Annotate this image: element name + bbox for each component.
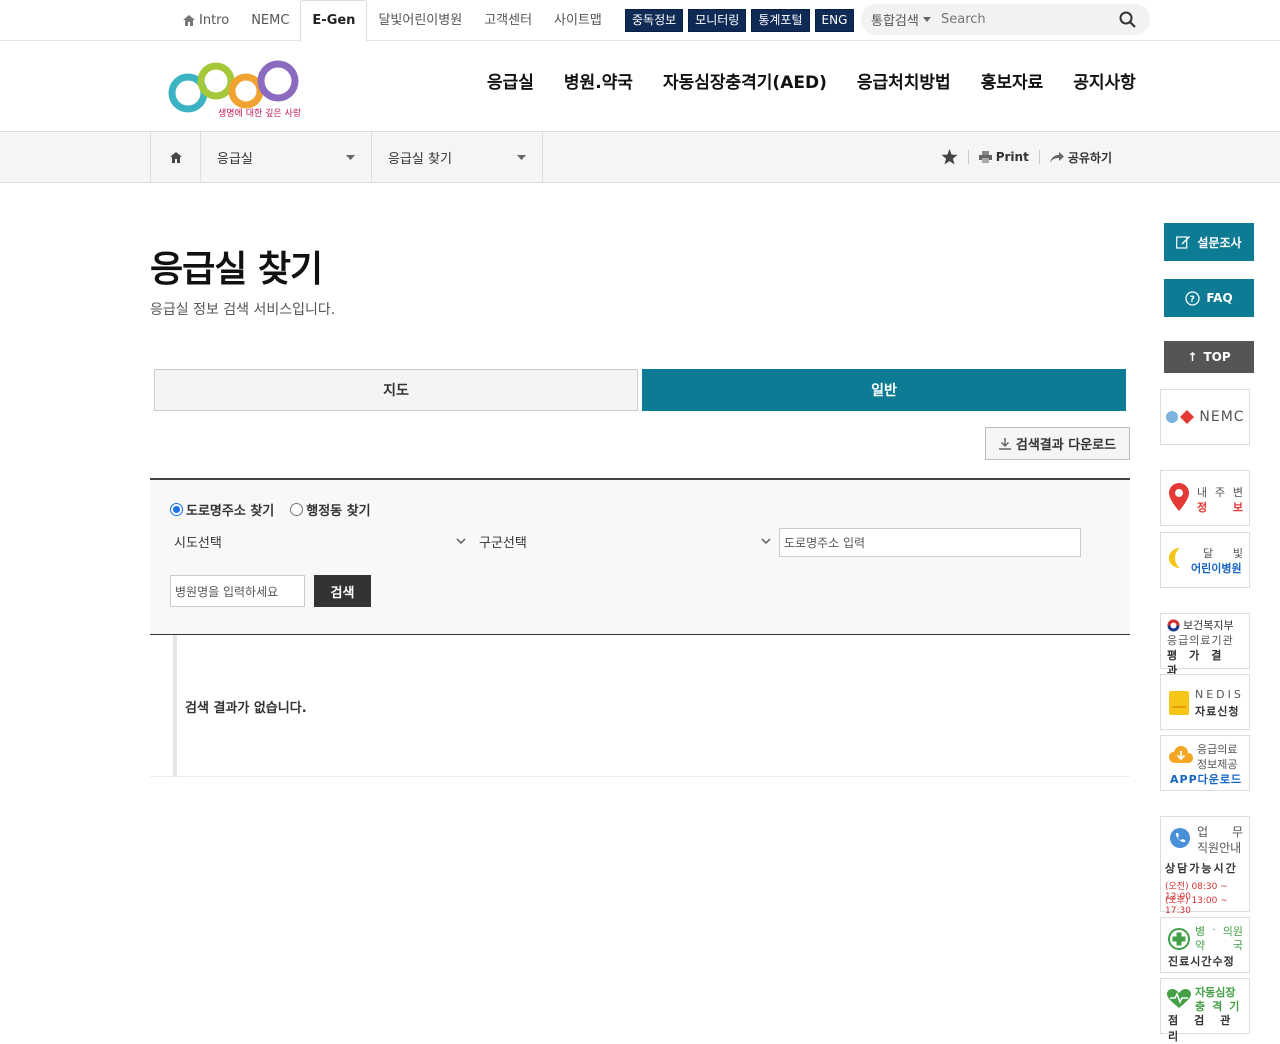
- gnb-aed[interactable]: 자동심장충격기(AED): [648, 63, 842, 103]
- top-link-moonlight[interactable]: 달빛어린이병원: [367, 0, 473, 41]
- search-panel: 도로명주소 찾기 행정동 찾기 시도선택 구군선택 도로명주소 입력 병원명을 …: [150, 478, 1130, 635]
- top-link-egen[interactable]: E-Gen: [300, 0, 368, 42]
- bookmark-button[interactable]: [931, 149, 968, 165]
- star-icon: [941, 149, 958, 165]
- chevron-down-icon: [456, 538, 466, 544]
- global-search: 통합검색: [861, 4, 1150, 35]
- caret-down-icon: [346, 154, 355, 160]
- gugun-select[interactable]: 구군선택: [475, 527, 775, 555]
- heart-pulse-icon: [1167, 989, 1191, 1008]
- svg-text:?: ?: [1190, 295, 1195, 305]
- no-results-message: 검색 결과가 없습니다.: [185, 701, 307, 716]
- page-subtitle: 응급실 정보 검색 서비스입니다.: [150, 302, 336, 318]
- badge-stats[interactable]: 통계포털: [751, 9, 810, 32]
- top-link-sitemap[interactable]: 사이트맵: [543, 0, 613, 41]
- top-utility-bar: Intro NEMC E-Gen 달빛어린이병원 고객센터 사이트맵 중독정보 …: [0, 0, 1280, 42]
- top-link-intro[interactable]: Intro: [172, 0, 240, 41]
- banner-clinic-hours[interactable]: 병 · 의원 약국 진료시간수정: [1160, 917, 1250, 973]
- radio-checked[interactable]: [170, 503, 183, 516]
- print-button[interactable]: Print: [969, 150, 1039, 164]
- home-icon: [169, 151, 182, 163]
- banner-app-download[interactable]: 응급의료 정보제공 APP다운로드: [1160, 735, 1250, 791]
- search-scope-select[interactable]: 통합검색: [861, 10, 933, 29]
- main-navigation: 응급실 병원.약국 자동심장충격기(AED) 응급처치방법 홍보자료 공지사항: [472, 63, 1151, 103]
- cloud-download-icon: [1169, 746, 1193, 763]
- search-button[interactable]: 검색: [314, 575, 371, 607]
- egen-logo[interactable]: 생명에 대한 깊은 사랑: [168, 57, 303, 121]
- nemc-logo-icon: [1166, 410, 1195, 424]
- printer-icon: [978, 151, 992, 163]
- survey-button[interactable]: 설문조사: [1164, 223, 1254, 261]
- top-link-nemc[interactable]: NEMC: [240, 0, 300, 41]
- radio-admin-dong[interactable]: 행정동 찾기: [290, 500, 371, 519]
- top-links: Intro NEMC E-Gen 달빛어린이병원 고객센터 사이트맵: [172, 0, 613, 42]
- site-header: 생명에 대한 깊은 사랑 응급실 병원.약국 자동심장충격기(AED) 응급처치…: [0, 41, 1280, 132]
- gnb-promotion[interactable]: 홍보자료: [966, 63, 1059, 103]
- medical-cross-icon: [1168, 928, 1190, 950]
- edit-icon: [1176, 236, 1191, 249]
- top-link-customer[interactable]: 고객센터: [473, 0, 543, 41]
- road-address-input[interactable]: 도로명주소 입력: [779, 528, 1081, 557]
- faq-button[interactable]: ? FAQ: [1164, 279, 1254, 317]
- hospital-name-input[interactable]: 병원명을 입력하세요: [170, 575, 305, 607]
- gnb-notice[interactable]: 공지사항: [1058, 63, 1151, 103]
- question-icon: ?: [1185, 290, 1200, 306]
- banner-nearby-info[interactable]: 내주변 정보: [1160, 470, 1250, 526]
- map-pin-icon: [1169, 483, 1189, 511]
- results-area: 검색 결과가 없습니다.: [150, 635, 1130, 777]
- radio-unchecked[interactable]: [290, 503, 304, 516]
- badge-monitoring[interactable]: 모니터링: [688, 9, 747, 32]
- taegeuk-icon: [1167, 619, 1180, 632]
- address-type-radios: 도로명주소 찾기 행정동 찾기: [170, 500, 371, 519]
- share-icon: [1049, 151, 1064, 163]
- phone-bubble-icon: [1170, 828, 1190, 848]
- moon-icon: [1169, 548, 1180, 568]
- chevron-down-icon: [761, 538, 771, 544]
- page-tools: Print 공유하기: [931, 132, 1122, 182]
- banner-nemc[interactable]: NEMC: [1160, 389, 1250, 445]
- page-title: 응급실 찾기: [150, 249, 323, 290]
- gnb-hospital-pharmacy[interactable]: 병원.약국: [549, 63, 648, 103]
- banner-staff-contact[interactable]: 업무 직원안내 상담가능시간 (오전) 08:30 ~ 12:00 (오후) 1…: [1160, 816, 1250, 916]
- banner-mohw-evaluation[interactable]: 보건복지부 응급의료기관 평가결과: [1160, 613, 1250, 677]
- logo-tagline: 생명에 대한 깊은 사랑: [218, 107, 301, 119]
- search-input[interactable]: [941, 12, 1111, 27]
- breadcrumb-menu1-select[interactable]: 응급실: [201, 132, 372, 182]
- banner-moonlight-clinic[interactable]: 달빛 어린이병원: [1160, 532, 1250, 588]
- tab-general[interactable]: 일반: [642, 369, 1126, 411]
- banner-nedis[interactable]: NEDIS 자료신청: [1160, 674, 1250, 730]
- service-badges: 중독정보 모니터링 통계포털 ENG: [625, 9, 855, 32]
- gnb-first-aid[interactable]: 응급처치방법: [842, 63, 966, 103]
- gnb-emergency-room[interactable]: 응급실: [472, 63, 549, 103]
- caret-down-icon: [517, 154, 526, 160]
- folder-icon: [1169, 691, 1189, 715]
- download-results-button[interactable]: 검색결과 다운로드: [985, 427, 1130, 460]
- tab-map[interactable]: 지도: [154, 369, 638, 411]
- location-bar: 응급실 응급실 찾기 Print 공유하기: [0, 132, 1280, 183]
- share-button[interactable]: 공유하기: [1040, 149, 1122, 166]
- top-button[interactable]: ↑ TOP: [1164, 341, 1254, 373]
- caret-down-icon: [922, 17, 931, 22]
- sido-select[interactable]: 시도선택: [170, 527, 470, 555]
- download-icon: [998, 437, 1011, 450]
- search-icon[interactable]: [1119, 11, 1136, 28]
- badge-poison[interactable]: 중독정보: [625, 9, 684, 32]
- home-icon: [183, 15, 195, 26]
- radio-road-address[interactable]: 도로명주소 찾기: [170, 500, 274, 519]
- breadcrumb-menu2-select[interactable]: 응급실 찾기: [372, 132, 543, 182]
- banner-aed-inspection[interactable]: 자동심장 충격기 점검관리: [1160, 978, 1250, 1043]
- breadcrumb-home[interactable]: [150, 132, 201, 182]
- badge-eng[interactable]: ENG: [814, 9, 855, 32]
- arrow-up-icon: ↑: [1187, 350, 1198, 364]
